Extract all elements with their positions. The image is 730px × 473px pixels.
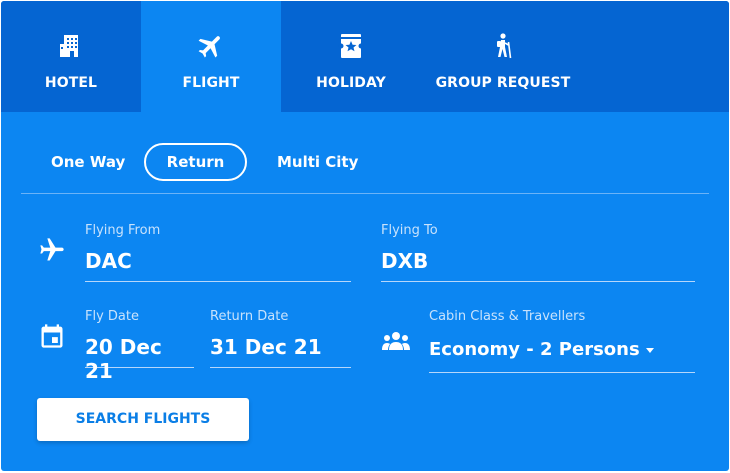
search-flights-button[interactable]: SEARCH FLIGHTS (37, 398, 249, 441)
trip-type-selector: One Way Return Multi City (21, 143, 709, 183)
travellers-icon (381, 326, 411, 356)
trip-one-way[interactable]: One Way (51, 143, 125, 181)
tab-holiday[interactable]: HOLIDAY (281, 1, 421, 112)
cabin-class-select[interactable]: Economy - 2 Persons (429, 337, 695, 373)
cabin-class-value: Economy - 2 Persons (429, 339, 640, 360)
trip-return[interactable]: Return (144, 143, 247, 181)
hiker-icon (488, 31, 518, 61)
flying-from-input[interactable]: DAC (85, 247, 351, 282)
tab-hotel[interactable]: HOTEL (1, 1, 141, 112)
airplane-icon (196, 31, 226, 61)
return-date-label: Return Date (210, 309, 289, 324)
fly-date-label: Fly Date (85, 309, 139, 324)
caret-down-icon (645, 347, 654, 353)
fly-date-input[interactable]: 20 Dec 21 (85, 333, 194, 383)
calendar-icon (37, 321, 67, 351)
trip-multi-city[interactable]: Multi City (277, 143, 358, 181)
holiday-ticket-icon (336, 31, 366, 61)
tab-group-request[interactable]: GROUP REQUEST (423, 1, 583, 112)
airplane-field-icon (37, 235, 67, 265)
flying-from-label: Flying From (85, 223, 161, 238)
tab-flight-label: FLIGHT (182, 75, 240, 91)
hotel-icon (56, 31, 86, 61)
flying-to-label: Flying To (381, 223, 438, 238)
service-tabs: HOTEL FLIGHT HOLIDAY GROUP REQUEST (1, 1, 729, 112)
flight-search-widget: HOTEL FLIGHT HOLIDAY GROUP REQUEST One W… (1, 1, 729, 471)
tab-holiday-label: HOLIDAY (316, 75, 386, 91)
tab-hotel-label: HOTEL (44, 75, 98, 91)
flying-to-input[interactable]: DXB (381, 247, 695, 282)
return-date-input[interactable]: 31 Dec 21 (210, 333, 351, 368)
tab-group-request-label: GROUP REQUEST (435, 75, 571, 91)
tab-flight[interactable]: FLIGHT (141, 1, 281, 112)
divider (21, 193, 709, 194)
cabin-class-label: Cabin Class & Travellers (429, 309, 586, 324)
